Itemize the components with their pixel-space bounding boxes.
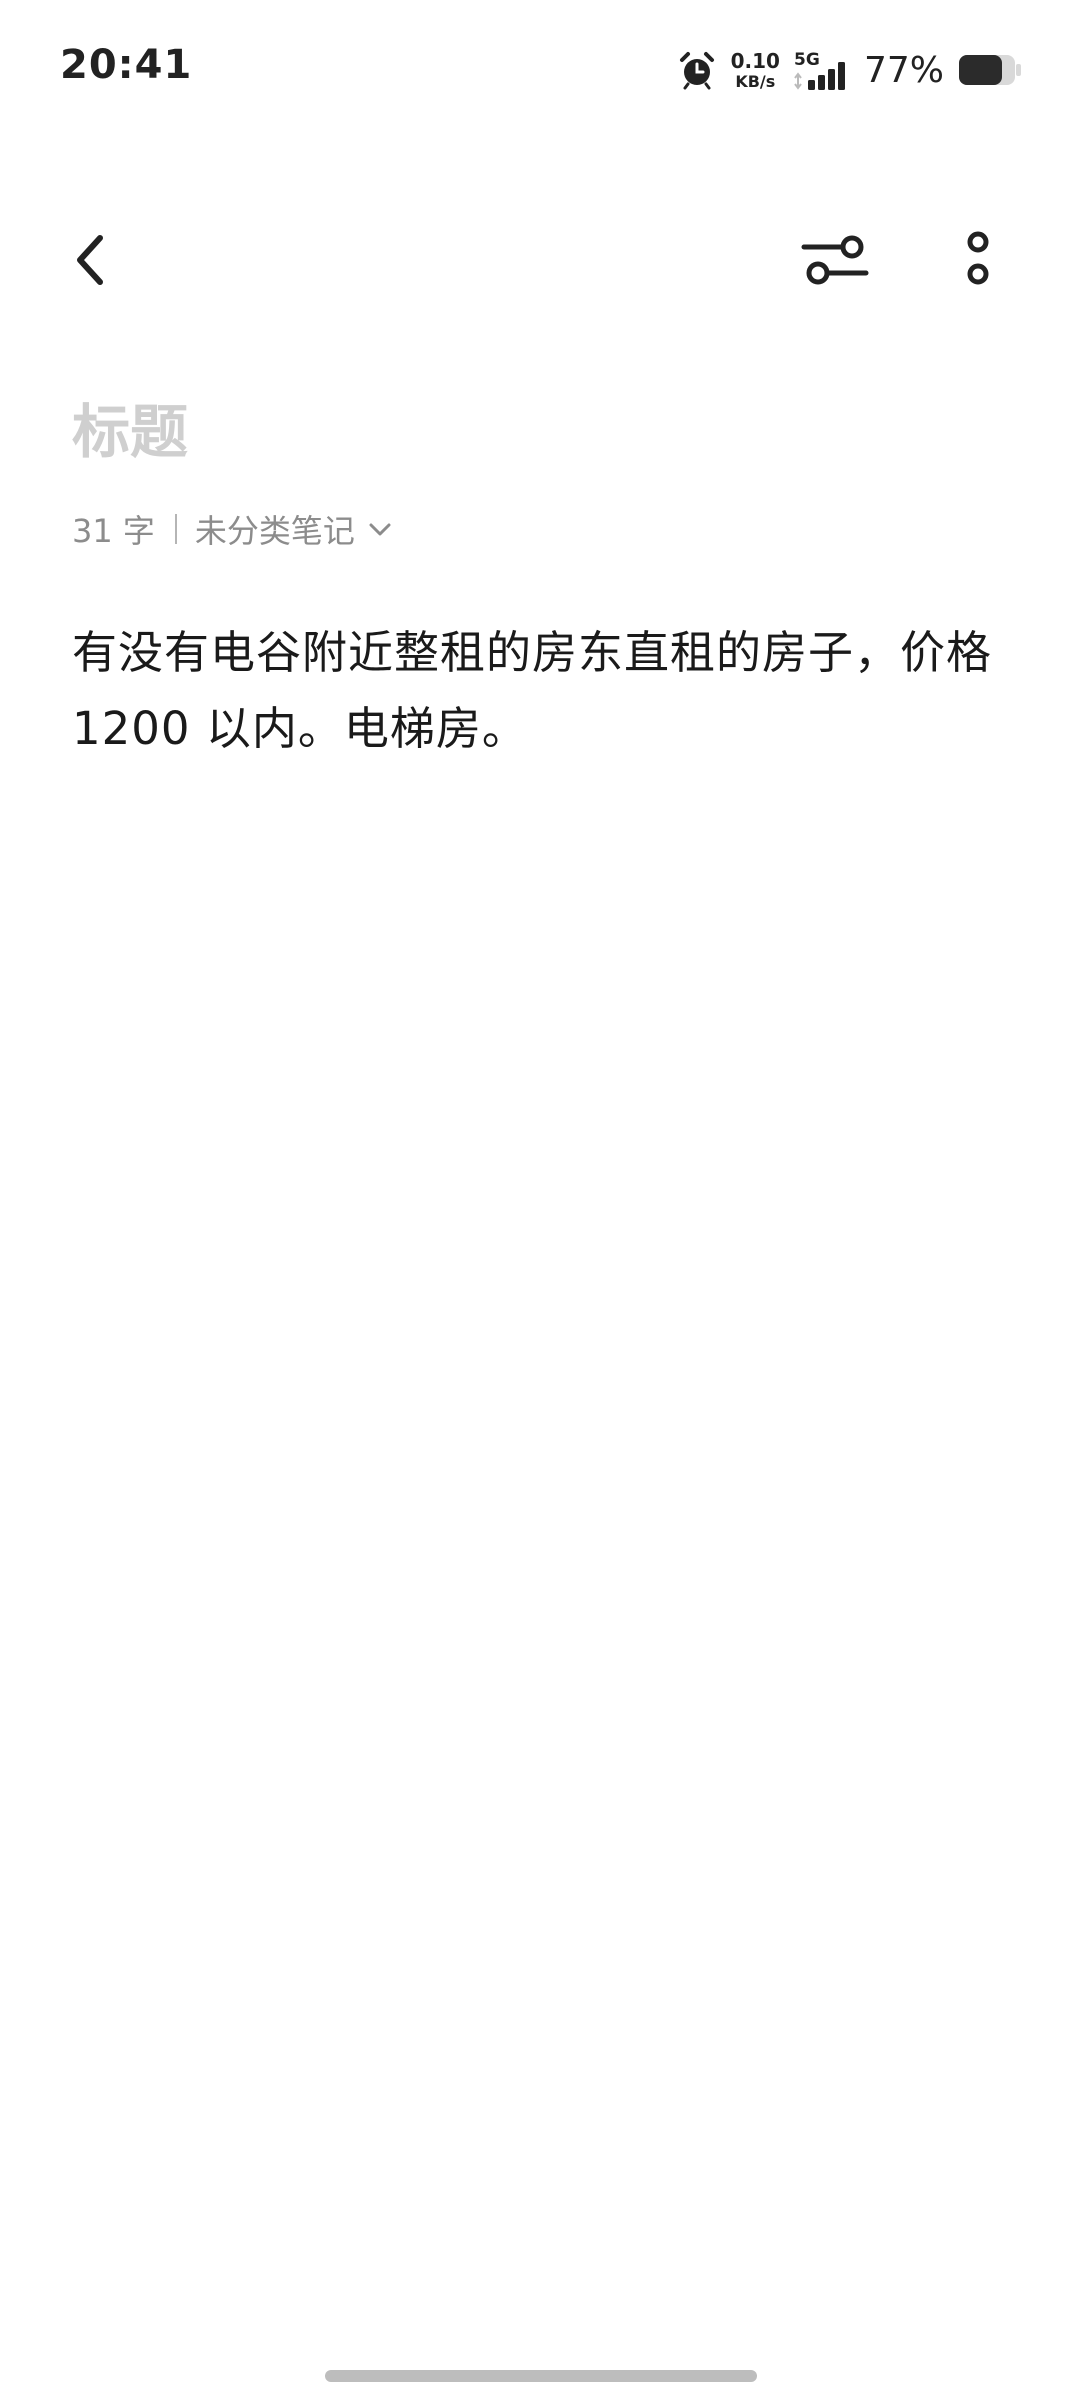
format-settings-button[interactable] [790, 220, 880, 300]
status-time: 20:41 [60, 42, 193, 88]
category-selector[interactable]: 未分类笔记 [195, 506, 393, 552]
chevron-down-icon [369, 523, 391, 536]
network-speed-unit: KB/s [735, 71, 776, 91]
signal-bars-icon [794, 62, 845, 90]
more-options-button[interactable] [938, 220, 1018, 300]
network-speed: 0.10 KB/s [731, 51, 780, 90]
note-meta: 31 字 未分类笔记 [72, 505, 393, 553]
sliders-icon [801, 235, 869, 285]
status-bar: 20:41 0.10 KB/s 5G 77% [0, 0, 1080, 140]
battery-icon [959, 55, 1021, 85]
status-indicators: 0.10 KB/s 5G 77% [677, 44, 1022, 96]
alarm-icon [679, 52, 714, 90]
word-count: 31 字 [72, 512, 155, 550]
home-indicator[interactable] [325, 2370, 757, 2382]
network-speed-value: 0.10 [730, 48, 780, 73]
top-toolbar [0, 200, 1080, 310]
note-body-editor[interactable]: 有没有电谷附近整租的房东直租的房子，价格1200 以内。电梯房。 [72, 615, 1002, 767]
battery-percent: 77% [863, 49, 944, 91]
category-label: 未分类笔记 [194, 512, 355, 550]
more-vertical-icon [967, 231, 989, 285]
meta-divider [174, 514, 177, 544]
signal-indicator: 5G [794, 48, 850, 92]
chevron-left-icon [77, 235, 103, 285]
back-button[interactable] [50, 220, 130, 300]
note-title-input[interactable]: 标题 [72, 385, 188, 469]
